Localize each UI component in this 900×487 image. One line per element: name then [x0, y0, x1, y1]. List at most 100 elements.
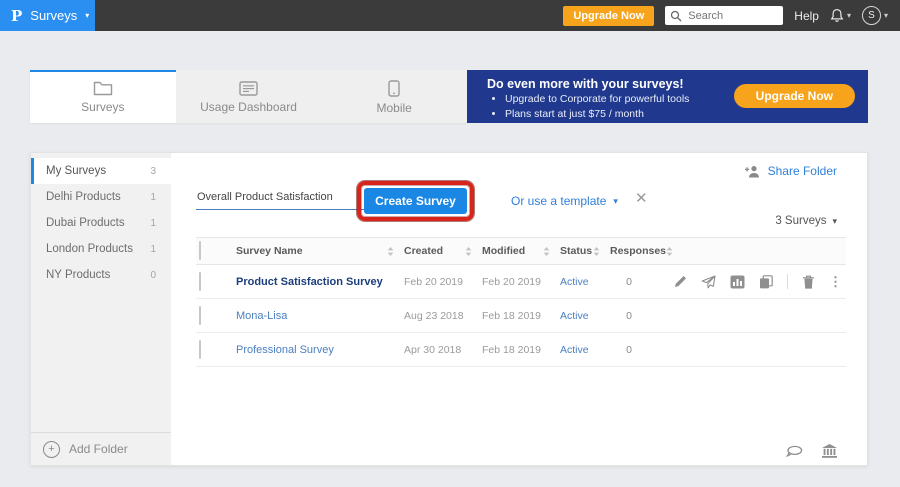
- banner-bullet: Plans start at just $75 / month: [505, 107, 689, 122]
- row-checkbox[interactable]: [199, 306, 201, 325]
- product-name: Surveys: [30, 8, 77, 23]
- banner-upgrade-button[interactable]: Upgrade Now: [734, 84, 855, 108]
- table-row: Product Satisfaction Survey Feb 20 2019 …: [196, 265, 846, 299]
- survey-name-link[interactable]: Mona-Lisa: [236, 310, 404, 322]
- avatar: S: [862, 6, 881, 25]
- topbar-right-group: Upgrade Now Help ▾ S ▾: [563, 6, 900, 26]
- folder-icon: [93, 81, 113, 96]
- duplicate-copy-icon[interactable]: [759, 275, 773, 289]
- tab-mobile[interactable]: Mobile: [321, 70, 467, 123]
- use-template-label: Or use a template: [511, 194, 606, 208]
- modified-date: Feb 18 2019: [482, 310, 560, 322]
- more-options-icon[interactable]: ⋮: [829, 274, 842, 290]
- header-created: Created: [404, 245, 482, 257]
- sidebar-item-delhi-products[interactable]: Delhi Products 1: [31, 184, 171, 210]
- surveys-count-label: 3 Surveys: [775, 215, 826, 227]
- chevron-down-icon: ▾: [832, 216, 837, 227]
- created-date: Apr 30 2018: [404, 344, 482, 356]
- upgrade-banner: Do even more with your surveys! Upgrade …: [467, 70, 868, 123]
- sort-icon[interactable]: [465, 247, 472, 256]
- add-person-icon: [744, 165, 761, 178]
- folder-label: London Products: [46, 243, 133, 255]
- survey-name-link[interactable]: Product Satisfaction Survey: [236, 276, 404, 288]
- sidebar-item-my-surveys[interactable]: My Surveys 3: [31, 158, 171, 184]
- close-icon[interactable]: ✕: [635, 189, 648, 207]
- header-responses: Responses: [610, 245, 666, 257]
- use-template-link[interactable]: Or use a template ▾: [511, 194, 618, 208]
- banner-bullets: Upgrade to Corporate for powerful tools …: [491, 92, 689, 122]
- created-date: Feb 20 2019: [404, 276, 482, 288]
- banner-bullet: Upgrade to Corporate for powerful tools: [505, 92, 689, 107]
- header-label: Responses: [610, 245, 666, 257]
- upgrade-now-button[interactable]: Upgrade Now: [563, 6, 654, 26]
- row-checkbox[interactable]: [199, 340, 201, 359]
- sidebar-item-dubai-products[interactable]: Dubai Products 1: [31, 210, 171, 236]
- row-checkbox[interactable]: [199, 272, 201, 291]
- surveys-count-dropdown[interactable]: 3 Surveys ▾: [775, 215, 837, 227]
- surveys-panel: My Surveys 3 Delhi Products 1 Dubai Prod…: [30, 152, 868, 466]
- reports-chart-icon[interactable]: [730, 275, 745, 289]
- tab-surveys[interactable]: Surveys: [30, 70, 176, 123]
- folder-count: 3: [150, 166, 156, 177]
- chat-bubble-icon[interactable]: [786, 445, 803, 458]
- folder-label: NY Products: [46, 269, 110, 281]
- folder-label: Delhi Products: [46, 191, 121, 203]
- folder-label: Dubai Products: [46, 217, 125, 229]
- tab-label: Mobile: [377, 101, 412, 115]
- sort-icon[interactable]: [543, 247, 550, 256]
- section-tabs: Surveys Usage Dashboard Mobile: [30, 70, 467, 123]
- header-survey-name: Survey Name: [236, 245, 404, 257]
- folder-count: 1: [150, 192, 156, 203]
- search-box[interactable]: [665, 6, 783, 25]
- select-all-checkbox[interactable]: [199, 241, 201, 260]
- new-survey-name-field: [196, 187, 364, 210]
- delete-trash-icon[interactable]: [802, 275, 815, 289]
- header-label: Status: [560, 245, 592, 257]
- sort-icon[interactable]: [387, 247, 394, 256]
- folder-count: 1: [150, 244, 156, 255]
- new-survey-name-input[interactable]: [196, 187, 366, 210]
- modified-date: Feb 20 2019: [482, 276, 560, 288]
- header-label: Modified: [482, 245, 525, 257]
- status-badge[interactable]: Active: [560, 276, 610, 288]
- table-row: Professional Survey Apr 30 2018 Feb 18 2…: [196, 333, 846, 367]
- sidebar-item-london-products[interactable]: London Products 1: [31, 236, 171, 262]
- search-input[interactable]: [686, 9, 778, 23]
- status-badge[interactable]: Active: [560, 310, 610, 322]
- divider: [787, 274, 788, 289]
- table-row: Mona-Lisa Aug 23 2018 Feb 18 2019 Active…: [196, 299, 846, 333]
- mobile-icon: [388, 80, 400, 97]
- account-menu[interactable]: S ▾: [862, 6, 888, 25]
- help-link[interactable]: Help: [794, 9, 819, 23]
- plus-circle-icon: +: [43, 441, 60, 458]
- responses-count: 0: [610, 276, 666, 288]
- sidebar-item-ny-products[interactable]: NY Products 0: [31, 262, 171, 288]
- responses-count: 0: [610, 344, 666, 356]
- sort-icon[interactable]: [666, 247, 673, 256]
- survey-name-link[interactable]: Professional Survey: [236, 344, 404, 356]
- app-screen: P Surveys ▾ Upgrade Now Help ▾ S ▾: [0, 0, 900, 487]
- top-bar: P Surveys ▾ Upgrade Now Help ▾ S ▾: [0, 0, 900, 31]
- create-survey-highlight-annotation: Create Survey: [357, 181, 474, 221]
- chevron-down-icon: ▾: [884, 11, 888, 20]
- send-plane-icon[interactable]: [701, 275, 716, 289]
- notifications-button[interactable]: ▾: [830, 8, 851, 23]
- tab-label: Surveys: [81, 100, 124, 114]
- bank-icon[interactable]: [822, 444, 837, 458]
- add-folder-button[interactable]: + Add Folder: [31, 432, 171, 465]
- banner-title: Do even more with your surveys!: [487, 77, 684, 91]
- modified-date: Feb 18 2019: [482, 344, 560, 356]
- table-header-row: Survey Name Created Modified Status: [196, 237, 846, 265]
- product-switcher[interactable]: P Surveys ▾: [0, 0, 95, 31]
- share-folder-link[interactable]: Share Folder: [744, 164, 837, 178]
- proprofs-logo-icon: P: [11, 7, 22, 25]
- row-actions: ⋮: [666, 274, 846, 290]
- add-folder-label: Add Folder: [69, 442, 128, 456]
- sort-icon[interactable]: [593, 247, 600, 256]
- created-date: Aug 23 2018: [404, 310, 482, 322]
- create-survey-button[interactable]: Create Survey: [364, 188, 467, 214]
- status-badge[interactable]: Active: [560, 344, 610, 356]
- edit-pencil-icon[interactable]: [674, 275, 687, 288]
- tab-usage-dashboard[interactable]: Usage Dashboard: [176, 70, 322, 123]
- header-label: Survey Name: [236, 245, 303, 257]
